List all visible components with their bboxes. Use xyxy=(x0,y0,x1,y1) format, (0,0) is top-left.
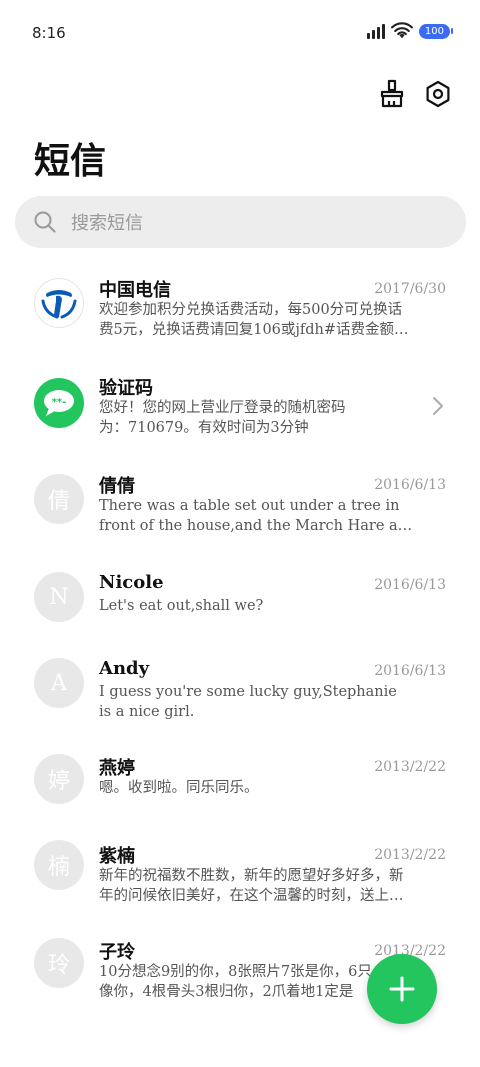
search-icon xyxy=(34,211,56,233)
chevron-right-icon xyxy=(433,397,443,415)
status-icons: 100 xyxy=(366,22,454,40)
brush-icon xyxy=(380,79,404,108)
plus-icon xyxy=(389,976,415,1002)
avatar: 楠 xyxy=(34,840,84,890)
avatar: A xyxy=(34,658,84,708)
clean-button[interactable] xyxy=(378,76,406,112)
message-date: 2013/2/22 xyxy=(374,759,446,775)
message-preview: Let's eat out,shall we? xyxy=(99,598,264,614)
sender-name: Andy xyxy=(99,658,150,679)
list-item[interactable]: 倩 倩倩 2016/6/13 There was a table set out… xyxy=(0,462,480,552)
message-date: 2016/6/13 xyxy=(374,663,446,679)
list-item[interactable]: N Nicole 2016/6/13 Let's eat out,shall w… xyxy=(0,560,480,640)
sender-name: 紫楠 xyxy=(99,846,135,867)
sender-name: 燕婷 xyxy=(99,758,135,779)
message-preview: 嗯。收到啦。同乐同乐。 xyxy=(99,780,259,796)
avatar: 玲 xyxy=(34,938,84,988)
message-preview: 欢迎参加积分兑换话费活动，每500分可兑换话 费5元，兑换话费请回复106或jf… xyxy=(99,302,409,338)
avatar: 倩 xyxy=(34,474,84,524)
signal-icon xyxy=(366,23,385,39)
message-preview: 您好！您的网上营业厅登录的随机密码 为：710679。有效时间为3分钟 xyxy=(99,400,346,436)
china-telecom-logo xyxy=(34,278,84,328)
sender-name: 倩倩 xyxy=(99,476,135,497)
message-date: 2017/6/30 xyxy=(374,281,446,297)
list-item[interactable]: 中国电信 2017/6/30 欢迎参加积分兑换话费活动，每500分可兑换话 费5… xyxy=(0,266,480,356)
battery-indicator: 100 xyxy=(418,23,454,39)
sender-name: Nicole xyxy=(99,572,164,593)
svg-text:**-: **- xyxy=(52,397,67,408)
message-date: 2016/6/13 xyxy=(374,477,446,493)
status-time: 8:16 xyxy=(32,24,66,42)
new-message-button[interactable] xyxy=(367,954,437,1024)
list-item[interactable]: A Andy 2016/6/13 I guess you're some luc… xyxy=(0,646,480,736)
status-bar: 8:16 100 xyxy=(0,0,480,68)
page-title: 短信 xyxy=(34,141,107,182)
message-preview: There was a table set out under a tree i… xyxy=(99,498,413,534)
sender-name: 子玲 xyxy=(99,942,135,963)
message-date: 2013/2/22 xyxy=(374,847,446,863)
wifi-icon xyxy=(390,22,413,39)
message-code-icon: **- xyxy=(34,378,84,428)
avatar: 婷 xyxy=(34,754,84,804)
settings-icon xyxy=(426,80,450,108)
top-actions xyxy=(378,76,452,112)
list-item[interactable]: 婷 燕婷 2013/2/22 嗯。收到啦。同乐同乐。 xyxy=(0,744,480,824)
avatar: N xyxy=(34,572,84,622)
list-item[interactable]: 楠 紫楠 2013/2/22 新年的祝福数不胜数，新年的愿望好多好多，新 年的问… xyxy=(0,830,480,920)
message-date: 2016/6/13 xyxy=(374,577,446,593)
list-item[interactable]: **- 验证码 您好！您的网上营业厅登录的随机密码 为：710679。有效时间为… xyxy=(0,364,480,454)
search-placeholder: 搜索短信 xyxy=(71,213,143,234)
sender-name: 中国电信 xyxy=(99,280,171,301)
sender-name: 验证码 xyxy=(99,378,153,399)
search-input[interactable]: 搜索短信 xyxy=(15,196,466,248)
message-preview: I guess you're some lucky guy,Stephanie … xyxy=(99,684,397,720)
message-preview: 新年的祝福数不胜数，新年的愿望好多好多，新 年的问候依旧美好，在这个温馨的时刻，… xyxy=(99,868,404,904)
settings-button[interactable] xyxy=(424,76,452,112)
